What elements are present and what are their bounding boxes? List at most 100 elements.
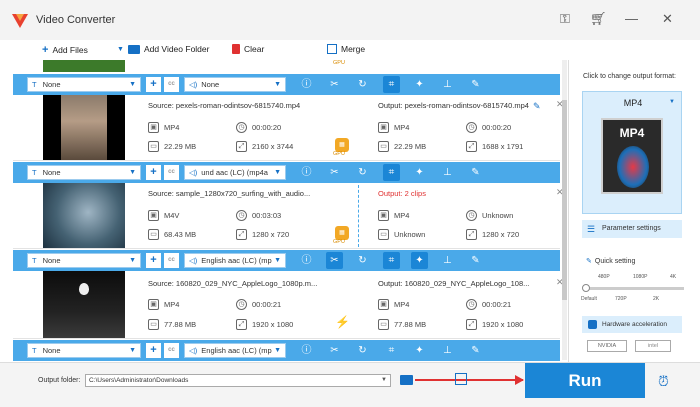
- edit-subtitle-icon[interactable]: ✎: [467, 252, 484, 269]
- file-row[interactable]: Source: sample_1280x720_surfing_with_aud…: [13, 183, 564, 249]
- run-button[interactable]: Run: [525, 363, 645, 398]
- file-row[interactable]: Source: pexels-roman-odintsov-6815740.mp…: [13, 95, 564, 161]
- subtitle-select[interactable]: T None ▼: [27, 77, 141, 92]
- info-icon[interactable]: ⓘ: [298, 252, 315, 269]
- output-format-card[interactable]: MP4 ▼ MP4: [582, 91, 682, 214]
- q-720p: 720P: [615, 296, 627, 302]
- chevron-down-icon: ▼: [669, 99, 675, 105]
- cc-icon[interactable]: cc: [164, 253, 179, 268]
- scrollbar-thumb[interactable]: [562, 100, 567, 300]
- close-window-button[interactable]: ✕: [662, 11, 673, 27]
- chevron-down-icon: ▼: [129, 347, 136, 354]
- scissors-icon[interactable]: ✂: [326, 164, 343, 181]
- add-subtitle-button[interactable]: +: [146, 165, 161, 180]
- rotate-icon[interactable]: ↻: [354, 252, 371, 269]
- edit-subtitle-icon[interactable]: ✎: [467, 164, 484, 181]
- minimize-button[interactable]: —: [625, 11, 638, 26]
- audio-select[interactable]: ◁) und aac (LC) (mp4a ▼: [184, 165, 286, 180]
- folder-size-icon: ▭: [378, 319, 389, 330]
- add-video-folder-button[interactable]: ▼ Add Video Folder: [117, 44, 209, 54]
- info-icon[interactable]: ⓘ: [298, 342, 315, 359]
- effects-wand-icon[interactable]: ✦: [411, 252, 428, 269]
- format-icon: ▣: [148, 210, 159, 221]
- output-folder-input[interactable]: C:\Users\Administrator\Downloads ▼: [85, 374, 391, 387]
- crop-icon[interactable]: ⌗: [383, 164, 400, 181]
- watermark-stamp-icon[interactable]: ⊥: [439, 76, 456, 93]
- edit-subtitle-icon[interactable]: ✎: [467, 76, 484, 93]
- subtitle-select[interactable]: T None ▼: [27, 343, 141, 358]
- dropdown-arrow-icon: ▼: [117, 45, 124, 53]
- video-thumbnail: [43, 271, 125, 338]
- output-duration: ◷ 00:00:20: [466, 122, 511, 133]
- edit-pen-icon[interactable]: ✎: [533, 101, 541, 112]
- chevron-down-icon: ▼: [129, 257, 136, 264]
- parameter-settings-button[interactable]: ☰ Parameter settings: [582, 220, 682, 238]
- scissors-icon[interactable]: ✂: [326, 342, 343, 359]
- format-hint: Click to change output format:: [583, 73, 676, 80]
- quality-slider-thumb[interactable]: [582, 284, 590, 292]
- mp4-format-icon: MP4: [601, 118, 663, 194]
- add-subtitle-button[interactable]: +: [146, 253, 161, 268]
- output-resolution: ⤢ 1280 x 720: [466, 229, 519, 240]
- file-row[interactable]: Source: 160820_029_NYC_AppleLogo_1080p.m…: [13, 271, 564, 339]
- audio-select[interactable]: ◁) English aac (LC) (mp ▼: [184, 253, 286, 268]
- edit-subtitle-icon[interactable]: ✎: [467, 342, 484, 359]
- add-files-button[interactable]: + Add Files: [42, 44, 88, 56]
- rotate-icon[interactable]: ↻: [354, 342, 371, 359]
- watermark-stamp-icon[interactable]: ⊥: [439, 342, 456, 359]
- scissors-icon[interactable]: ✂: [326, 76, 343, 93]
- audio-select[interactable]: ◁) None ▼: [184, 77, 286, 92]
- intel-badge[interactable]: intel: [635, 340, 671, 352]
- rotate-icon[interactable]: ↻: [354, 76, 371, 93]
- scrollbar[interactable]: [562, 60, 567, 360]
- cart-icon[interactable]: 🛒︎: [590, 11, 607, 27]
- subtitle-select[interactable]: T None ▼: [27, 165, 141, 180]
- alarm-clock-icon[interactable]: ⏰︎: [658, 373, 669, 390]
- folder-size-icon: ▭: [148, 141, 159, 152]
- merge-button[interactable]: Merge: [327, 44, 365, 54]
- scissors-icon[interactable]: ✂: [326, 252, 343, 269]
- cc-icon[interactable]: cc: [164, 343, 179, 358]
- effects-wand-icon[interactable]: ✦: [411, 164, 428, 181]
- source-size: ▭ 22.29 MB: [148, 141, 196, 152]
- cc-icon[interactable]: cc: [164, 165, 179, 180]
- cc-icon[interactable]: cc: [164, 77, 179, 92]
- add-subtitle-button[interactable]: +: [146, 77, 161, 92]
- text-icon: T: [32, 80, 37, 89]
- watermark-stamp-icon[interactable]: ⊥: [439, 252, 456, 269]
- chip-icon: [588, 320, 597, 329]
- folder-browse-icon[interactable]: [400, 375, 413, 385]
- watermark-stamp-icon[interactable]: ⊥: [439, 164, 456, 181]
- resolution-icon: ⤢: [236, 141, 247, 152]
- quality-slider[interactable]: [582, 284, 684, 292]
- effects-wand-icon[interactable]: ✦: [411, 76, 428, 93]
- info-icon[interactable]: ⓘ: [298, 76, 315, 93]
- open-folder-icon[interactable]: [455, 373, 467, 385]
- nvidia-badge[interactable]: NVIDIA: [587, 340, 627, 352]
- crop-icon[interactable]: ⌗: [383, 252, 400, 269]
- text-icon: T: [32, 256, 37, 265]
- hardware-acceleration-button[interactable]: Hardware acceleration: [582, 316, 682, 333]
- subtitle-select[interactable]: T None ▼: [27, 253, 141, 268]
- chevron-down-icon: ▼: [274, 347, 281, 354]
- folder-size-icon: ▭: [148, 229, 159, 240]
- plus-icon: +: [42, 44, 49, 56]
- crop-icon[interactable]: ⌗: [383, 342, 400, 359]
- source-filename: Source: 160820_029_NYC_AppleLogo_1080p.m…: [148, 279, 318, 288]
- resolution-icon: ⤢: [466, 141, 477, 152]
- gpu-label: GPU: [333, 151, 345, 157]
- rotate-icon[interactable]: ↻: [354, 164, 371, 181]
- clear-button[interactable]: Clear: [232, 44, 264, 54]
- add-subtitle-button[interactable]: +: [146, 343, 161, 358]
- output-filename: Output: pexels-roman-odintsov-6815740.mp…: [378, 101, 529, 110]
- chevron-down-icon: ▼: [274, 169, 281, 176]
- output-filename: Output: 160820_029_NYC_AppleLogo_108...: [378, 279, 530, 288]
- video-thumbnail: [43, 95, 125, 160]
- info-icon[interactable]: ⓘ: [298, 164, 315, 181]
- crop-icon[interactable]: ⌗: [383, 76, 400, 93]
- effects-wand-icon[interactable]: ✦: [411, 342, 428, 359]
- q-default: Default: [581, 296, 597, 302]
- key-icon[interactable]: ⚿: [560, 11, 570, 27]
- audio-select[interactable]: ◁) English aac (LC) (mp ▼: [184, 343, 286, 358]
- quick-setting-label: ✎ Quick setting: [586, 258, 636, 265]
